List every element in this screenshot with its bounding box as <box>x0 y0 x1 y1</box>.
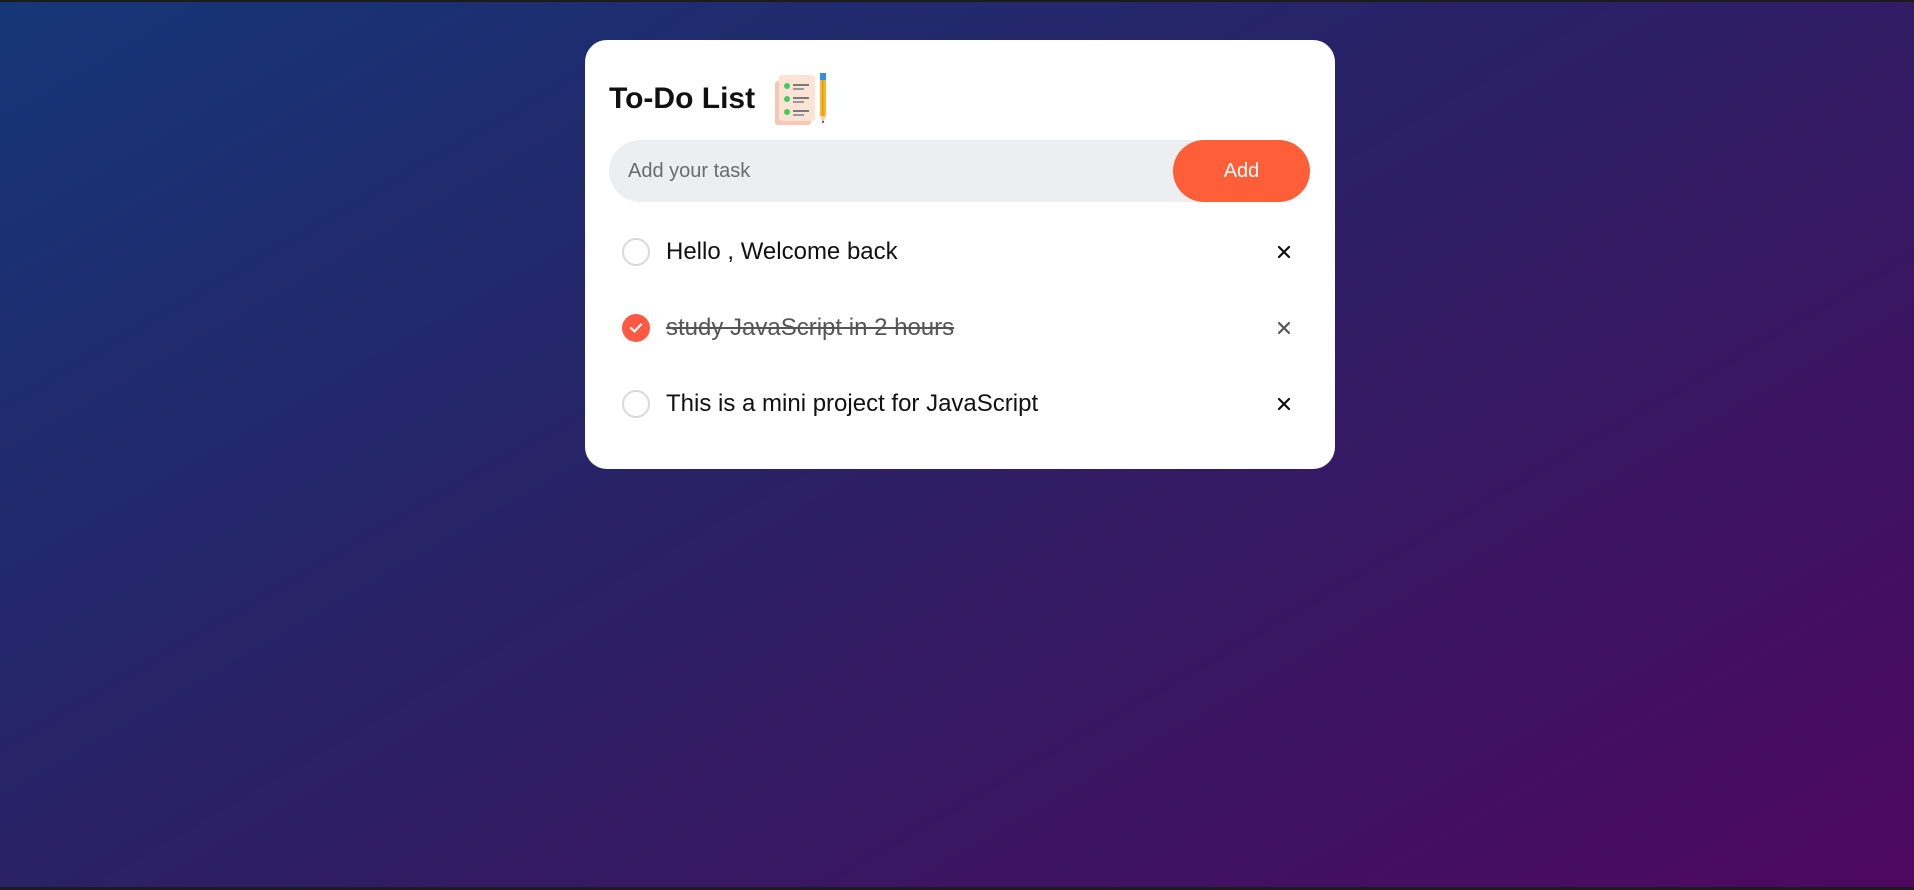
task-item[interactable]: Hello , Welcome back <box>609 214 1310 290</box>
add-button[interactable]: Add <box>1173 140 1310 202</box>
task-checkbox[interactable] <box>622 390 650 418</box>
task-input[interactable] <box>609 140 1169 202</box>
close-icon[interactable] <box>1274 394 1294 414</box>
task-checkbox[interactable] <box>622 314 650 342</box>
task-text: This is a mini project for JavaScript <box>666 390 1039 417</box>
close-icon[interactable] <box>1274 242 1294 262</box>
todo-card: To-Do List Add your task Add Hello , Wel… <box>585 40 1335 469</box>
task-text: Hello , Welcome back <box>666 238 898 265</box>
header: To-Do List <box>609 68 829 130</box>
task-list: Hello , Welcome back study JavaScript in… <box>609 238 1310 480</box>
page-title: To-Do List <box>609 82 756 115</box>
close-icon[interactable] <box>1274 318 1294 338</box>
task-checkbox[interactable] <box>622 238 650 266</box>
checklist-pencil-icon <box>771 71 829 127</box>
task-item[interactable]: This is a mini project for JavaScript <box>609 366 1310 442</box>
check-icon <box>629 323 643 333</box>
task-text: study JavaScript in 2 hours <box>666 314 955 341</box>
add-task-bar: Add <box>609 140 1310 202</box>
task-item[interactable]: study JavaScript in 2 hours <box>609 290 1310 366</box>
